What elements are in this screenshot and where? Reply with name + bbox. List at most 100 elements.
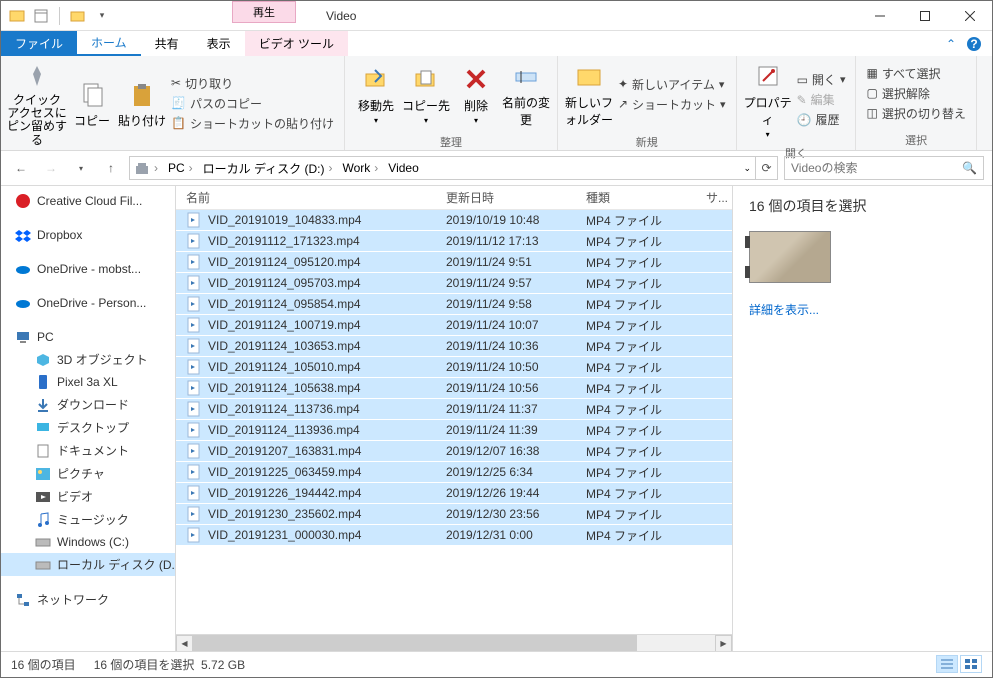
nav-network[interactable]: ネットワーク bbox=[1, 588, 175, 611]
paste-button[interactable]: 貼り付け bbox=[117, 78, 167, 129]
copy-path-button[interactable]: 🧾パスのコピー bbox=[171, 95, 334, 112]
nav-pictures[interactable]: ピクチャ bbox=[1, 462, 175, 485]
invertselect-button[interactable]: ◫選択の切り替え bbox=[866, 105, 965, 122]
tab-share[interactable]: 共有 bbox=[141, 31, 193, 56]
preview-details-link[interactable]: 詳細を表示... bbox=[749, 301, 976, 318]
history-button[interactable]: 🕘履歴 bbox=[797, 111, 846, 128]
file-row[interactable]: VID_20191124_103653.mp42019/11/24 10:36M… bbox=[176, 336, 732, 357]
file-row[interactable]: VID_20191124_113936.mp42019/11/24 11:39M… bbox=[176, 420, 732, 441]
video-file-icon bbox=[186, 401, 202, 417]
col-date[interactable]: 更新日時 bbox=[436, 189, 576, 206]
breadcrumb-drive[interactable]: ローカル ディスク (D:)› bbox=[199, 157, 339, 179]
view-details-button[interactable] bbox=[936, 655, 958, 673]
selectnone-button[interactable]: ▢選択解除 bbox=[866, 85, 965, 102]
pin-quickaccess-button[interactable]: クイック アクセスにピン留めする bbox=[7, 60, 67, 147]
file-row[interactable]: VID_20191225_063459.mp42019/12/25 6:34MP… bbox=[176, 462, 732, 483]
shortcut-button[interactable]: ↗ショートカット ▾ bbox=[618, 96, 726, 113]
breadcrumb[interactable]: › PC› ローカル ディスク (D:)› Work› Video ⌄ ⟳ bbox=[129, 156, 778, 180]
file-row[interactable]: VID_20191124_100719.mp42019/11/24 10:07M… bbox=[176, 315, 732, 336]
file-row[interactable]: VID_20191124_113736.mp42019/11/24 11:37M… bbox=[176, 399, 732, 420]
newitem-button[interactable]: ✦新しいアイテム ▾ bbox=[618, 76, 726, 93]
help-icon[interactable]: ? bbox=[966, 36, 982, 52]
tab-file[interactable]: ファイル bbox=[1, 31, 77, 56]
navigation-pane[interactable]: Creative Cloud Fil... Dropbox OneDrive -… bbox=[1, 186, 176, 651]
nav-creative-cloud[interactable]: Creative Cloud Fil... bbox=[1, 190, 175, 212]
file-name: VID_20191124_095120.mp4 bbox=[208, 255, 361, 269]
file-row[interactable]: VID_20191124_105010.mp42019/11/24 10:50M… bbox=[176, 357, 732, 378]
delete-icon bbox=[460, 63, 492, 95]
col-size[interactable]: サ... bbox=[696, 189, 732, 206]
scroll-thumb[interactable] bbox=[193, 635, 637, 652]
file-row[interactable]: VID_20191112_171323.mp42019/11/12 17:13M… bbox=[176, 231, 732, 252]
nav-music[interactable]: ミュージック bbox=[1, 508, 175, 531]
file-row[interactable]: VID_20191124_095854.mp42019/11/24 9:58MP… bbox=[176, 294, 732, 315]
file-row[interactable]: VID_20191230_235602.mp42019/12/30 23:56M… bbox=[176, 504, 732, 525]
search-input[interactable] bbox=[791, 161, 962, 175]
cut-button[interactable]: ✂切り取り bbox=[171, 75, 334, 92]
paste-shortcut-button[interactable]: 📋ショートカットの貼り付け bbox=[171, 115, 334, 132]
nav-3dobjects[interactable]: 3D オブジェクト bbox=[1, 348, 175, 371]
file-row[interactable]: VID_20191124_095120.mp42019/11/24 9:51MP… bbox=[176, 252, 732, 273]
copyto-button[interactable]: コピー先▾ bbox=[401, 63, 451, 125]
delete-button[interactable]: 削除▾ bbox=[451, 63, 501, 125]
column-headers[interactable]: 名前 更新日時 種類 サ... bbox=[176, 186, 732, 210]
open-button[interactable]: ▭開く ▾ bbox=[797, 71, 846, 88]
tab-view[interactable]: 表示 bbox=[193, 31, 245, 56]
qat-properties-icon[interactable] bbox=[31, 6, 51, 26]
breadcrumb-work[interactable]: Work› bbox=[339, 157, 385, 179]
newfolder-button[interactable]: 新しいフォルダー bbox=[564, 60, 614, 128]
file-row[interactable]: VID_20191124_095703.mp42019/11/24 9:57MP… bbox=[176, 273, 732, 294]
breadcrumb-pc[interactable]: PC› bbox=[164, 157, 199, 179]
breadcrumb-video[interactable]: Video bbox=[384, 157, 422, 179]
view-icons-button[interactable] bbox=[960, 655, 982, 673]
file-name: VID_20191207_163831.mp4 bbox=[208, 444, 361, 458]
file-row[interactable]: VID_20191226_194442.mp42019/12/26 19:44M… bbox=[176, 483, 732, 504]
nav-desktop[interactable]: デスクトップ bbox=[1, 416, 175, 439]
back-button[interactable]: ← bbox=[9, 156, 33, 180]
copy-button[interactable]: コピー bbox=[67, 78, 117, 129]
maximize-button[interactable] bbox=[902, 1, 947, 30]
refresh-button[interactable]: ⟳ bbox=[755, 157, 777, 179]
newfolder-icon bbox=[573, 60, 605, 92]
breadcrumb-root-icon[interactable]: › bbox=[130, 157, 164, 179]
nav-onedrive-1[interactable]: OneDrive - mobst... bbox=[1, 258, 175, 280]
tab-video-tools[interactable]: ビデオ ツール bbox=[245, 31, 348, 56]
up-button[interactable]: ↑ bbox=[99, 156, 123, 180]
scroll-left-button[interactable]: ◀ bbox=[176, 635, 193, 652]
nav-dropbox[interactable]: Dropbox bbox=[1, 224, 175, 246]
file-row[interactable]: VID_20191207_163831.mp42019/12/07 16:38M… bbox=[176, 441, 732, 462]
file-list[interactable]: 名前 更新日時 種類 サ... VID_20191019_104833.mp42… bbox=[176, 186, 732, 651]
preview-title: 16 個の項目を選択 bbox=[749, 196, 976, 216]
nav-ddrive[interactable]: ローカル ディスク (D... bbox=[1, 553, 175, 576]
search-icon[interactable]: 🔍 bbox=[962, 161, 977, 175]
col-name[interactable]: 名前 bbox=[176, 189, 436, 206]
scroll-right-button[interactable]: ▶ bbox=[715, 635, 732, 652]
moveto-button[interactable]: 移動先▾ bbox=[351, 63, 401, 125]
drive-icon bbox=[35, 557, 51, 573]
col-type[interactable]: 種類 bbox=[576, 189, 696, 206]
file-row[interactable]: VID_20191124_105638.mp42019/11/24 10:56M… bbox=[176, 378, 732, 399]
file-row[interactable]: VID_20191231_000030.mp42019/12/31 0:00MP… bbox=[176, 525, 732, 546]
nav-cdrive[interactable]: Windows (C:) bbox=[1, 531, 175, 553]
nav-videos[interactable]: ビデオ bbox=[1, 485, 175, 508]
qat-dropdown-icon[interactable]: ▾ bbox=[92, 6, 112, 26]
file-type: MP4 ファイル bbox=[576, 506, 696, 523]
collapse-ribbon-icon[interactable]: ⌃ bbox=[946, 37, 956, 51]
nav-pixel[interactable]: Pixel 3a XL bbox=[1, 371, 175, 393]
recent-dropdown[interactable]: ▾ bbox=[69, 156, 93, 180]
breadcrumb-history-dropdown[interactable]: ⌄ bbox=[739, 157, 755, 179]
qat-newfolder-icon[interactable] bbox=[68, 6, 88, 26]
horizontal-scrollbar[interactable]: ◀ ▶ bbox=[176, 634, 732, 651]
rename-button[interactable]: 名前の変更 bbox=[501, 60, 551, 128]
properties-button[interactable]: プロパティ▾ bbox=[743, 60, 793, 139]
file-row[interactable]: VID_20191019_104833.mp42019/10/19 10:48M… bbox=[176, 210, 732, 231]
minimize-button[interactable] bbox=[857, 1, 902, 30]
tab-home[interactable]: ホーム bbox=[77, 31, 141, 56]
search-box[interactable]: 🔍 bbox=[784, 156, 984, 180]
nav-pc[interactable]: PC bbox=[1, 326, 175, 348]
nav-downloads[interactable]: ダウンロード bbox=[1, 393, 175, 416]
selectall-button[interactable]: ▦すべて選択 bbox=[866, 65, 965, 82]
nav-onedrive-2[interactable]: OneDrive - Person... bbox=[1, 292, 175, 314]
close-button[interactable] bbox=[947, 1, 992, 30]
nav-documents[interactable]: ドキュメント bbox=[1, 439, 175, 462]
